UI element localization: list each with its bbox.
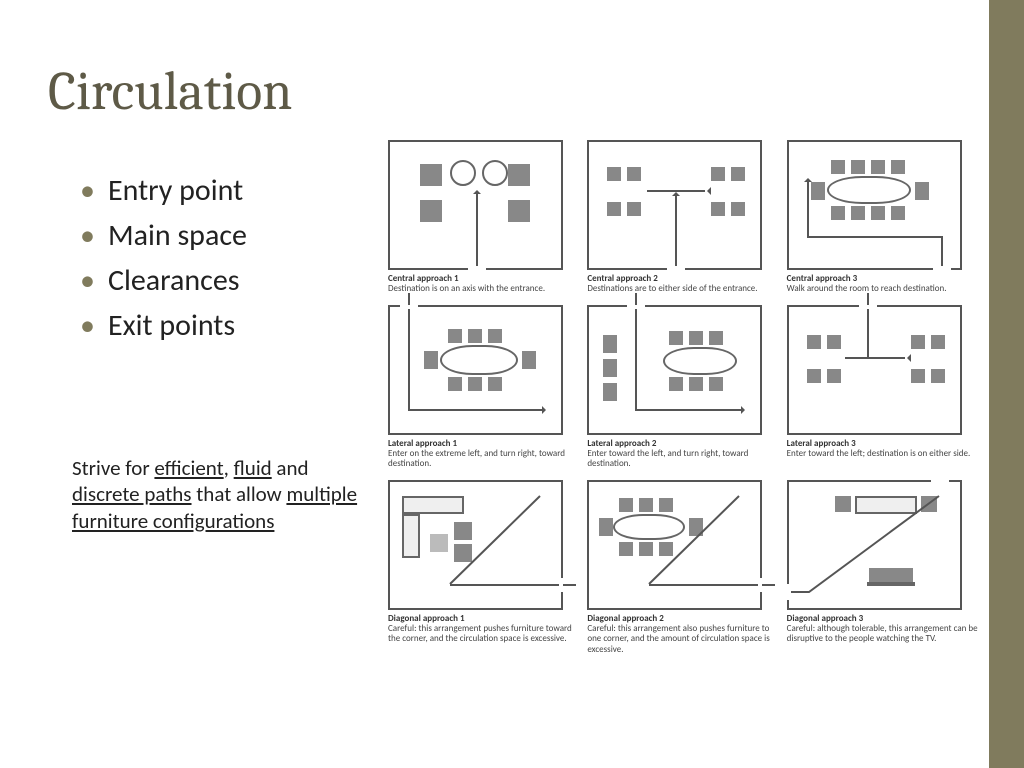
slide: Circulation Entry point Main space Clear… bbox=[0, 0, 1024, 768]
diagram-diagonal-1 bbox=[388, 480, 563, 610]
text: and bbox=[272, 455, 309, 481]
list-item: Clearances bbox=[80, 258, 247, 303]
diagram-lateral-1 bbox=[388, 305, 563, 435]
caption: Diagonal approach 2Careful: this arrange… bbox=[587, 614, 778, 655]
diagram-cell: Diagonal approach 2Careful: this arrange… bbox=[587, 480, 778, 655]
strive-paragraph: Strive for efficient, fluid and discrete… bbox=[72, 455, 362, 534]
underline-text: efficient bbox=[154, 455, 223, 481]
diagram-lateral-2 bbox=[587, 305, 762, 435]
caption: Lateral approach 3Enter toward the left;… bbox=[787, 439, 978, 460]
diagram-central-2 bbox=[587, 140, 762, 270]
top-spacer bbox=[0, 0, 989, 40]
caption: Lateral approach 2Enter toward the left,… bbox=[587, 439, 778, 470]
diagram-cell: Lateral approach 2Enter toward the left,… bbox=[587, 305, 778, 470]
underline-text: discrete paths bbox=[72, 481, 192, 507]
diagram-diagonal-3 bbox=[787, 480, 962, 610]
side-accent-bar bbox=[989, 0, 1024, 768]
caption: Diagonal approach 3Careful: although tol… bbox=[787, 614, 978, 645]
text: Strive for bbox=[72, 455, 154, 481]
text: , bbox=[224, 455, 234, 481]
list-item: Exit points bbox=[80, 303, 247, 348]
bullet-list: Entry point Main space Clearances Exit p… bbox=[80, 168, 247, 348]
diagram-central-1 bbox=[388, 140, 563, 270]
caption: Central approach 3Walk around the room t… bbox=[787, 274, 978, 295]
caption: Central approach 2Destinations are to ei… bbox=[587, 274, 778, 295]
caption: Central approach 1Destination is on an a… bbox=[388, 274, 579, 295]
diagram-cell: Diagonal approach 1Careful: this arrange… bbox=[388, 480, 579, 655]
underline-text: fluid bbox=[234, 455, 272, 481]
diagram-cell: Lateral approach 1Enter on the extreme l… bbox=[388, 305, 579, 470]
diagram-cell: Lateral approach 3Enter toward the left;… bbox=[787, 305, 978, 470]
diagram-cell: Diagonal approach 3Careful: although tol… bbox=[787, 480, 978, 655]
diagram-cell: Central approach 1Destination is on an a… bbox=[388, 140, 579, 295]
diagram-lateral-3 bbox=[787, 305, 962, 435]
list-item: Entry point bbox=[80, 168, 247, 213]
list-item: Main space bbox=[80, 213, 247, 258]
page-title: Circulation bbox=[48, 60, 292, 123]
diagram-central-3 bbox=[787, 140, 962, 270]
diagram-grid: Central approach 1Destination is on an a… bbox=[388, 140, 978, 655]
text: that allow bbox=[192, 481, 287, 507]
caption: Lateral approach 1Enter on the extreme l… bbox=[388, 439, 579, 470]
caption: Diagonal approach 1Careful: this arrange… bbox=[388, 614, 579, 645]
diagram-cell: Central approach 2Destinations are to ei… bbox=[587, 140, 778, 295]
diagram-diagonal-2 bbox=[587, 480, 762, 610]
diagram-cell: Central approach 3Walk around the room t… bbox=[787, 140, 978, 295]
